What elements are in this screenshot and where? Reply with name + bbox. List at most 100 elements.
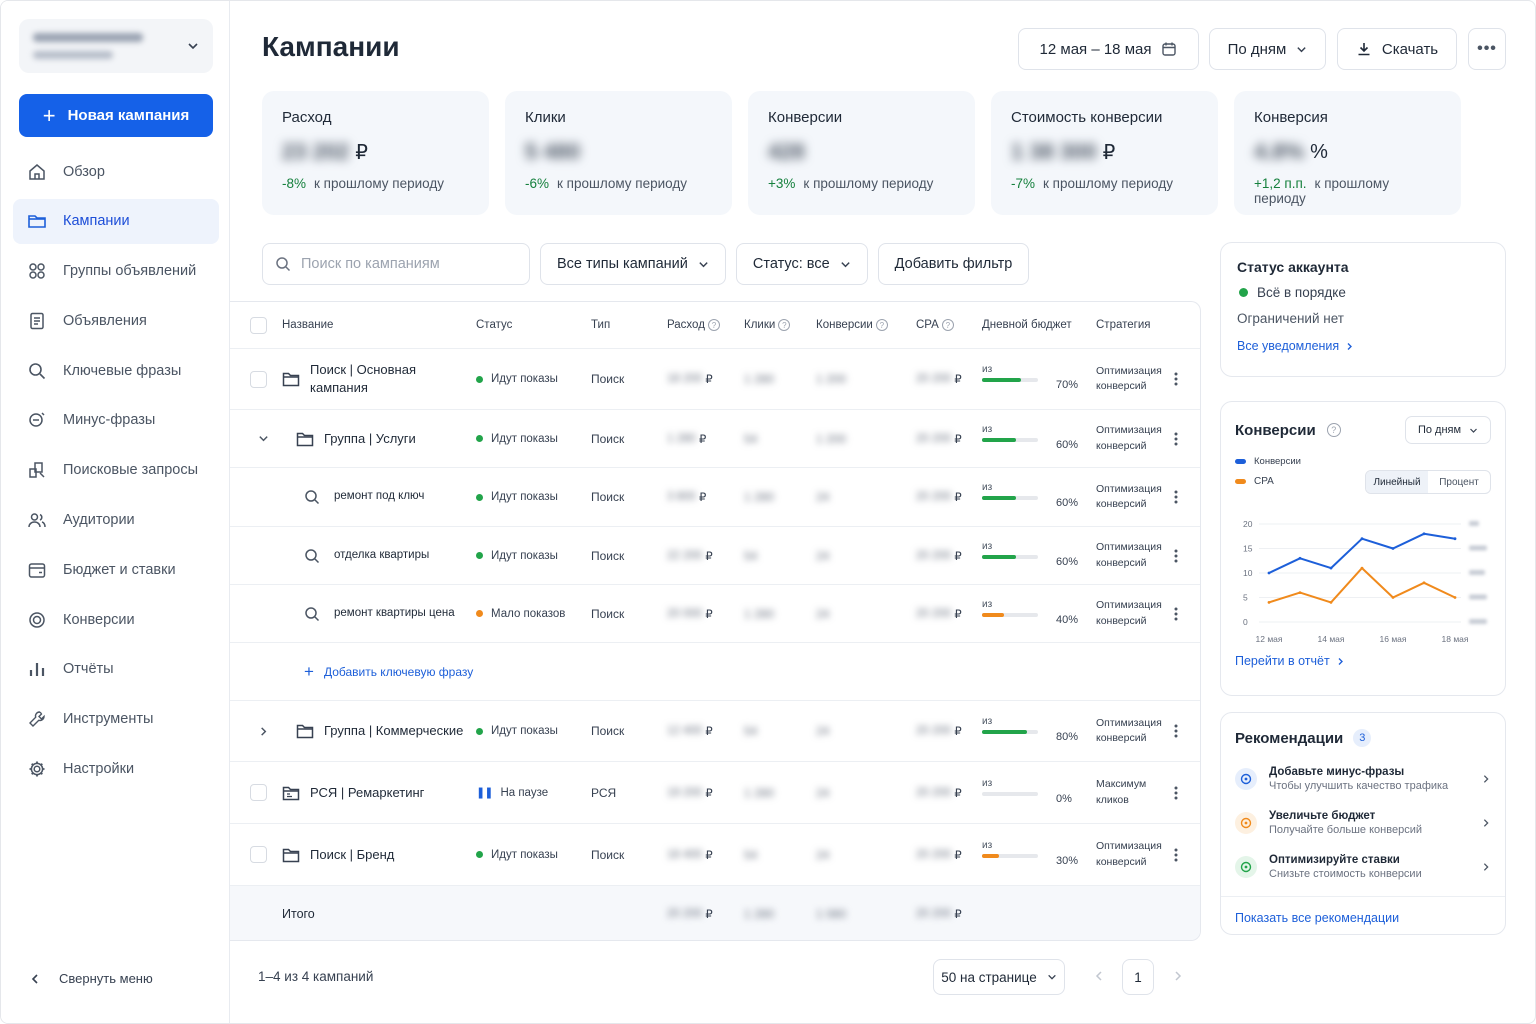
help-icon[interactable]: ? xyxy=(1326,423,1341,437)
table-row[interactable]: ремонт под ключ Идут показы Поиск 3 800 ₽1 … xyxy=(230,468,1200,527)
account-switcher[interactable] xyxy=(19,19,213,73)
campaign-search-input[interactable]: Поиск по кампаниям xyxy=(262,243,530,285)
per-page-select[interactable]: 50 на странице xyxy=(933,959,1065,995)
collapse-menu-button[interactable]: Свернуть меню xyxy=(29,971,153,986)
campaign-type-filter[interactable]: Все типы кампаний xyxy=(540,243,726,285)
period-select[interactable]: По дням xyxy=(1209,28,1326,70)
recommendation-item-1[interactable]: Увеличьте бюджет Получайте больше конверс… xyxy=(1235,801,1491,845)
row-menu-button[interactable] xyxy=(1174,762,1178,823)
new-campaign-button[interactable]: + Новая кампания xyxy=(19,94,213,137)
kpi-value-redacted: 428 xyxy=(768,139,805,164)
kpi-value-redacted: 23 202 xyxy=(282,139,350,164)
more-options-button[interactable]: ••• xyxy=(1468,28,1506,70)
row-menu-button[interactable] xyxy=(1174,410,1178,467)
plus-icon: + xyxy=(304,661,314,681)
table-row[interactable]: Группа | Коммерческие Идут показы Поиск 12 … xyxy=(230,701,1200,762)
row-menu-button[interactable] xyxy=(1174,585,1178,642)
row-menu-button[interactable] xyxy=(1174,701,1178,761)
kpi-unit: % xyxy=(1310,140,1328,163)
table-row[interactable]: отделка квартиры Идут показы Поиск 22 200 ₽… xyxy=(230,527,1200,585)
wallet-icon xyxy=(27,560,47,580)
date-range-picker[interactable]: 12 мая – 18 мая xyxy=(1018,28,1199,70)
column-header[interactable]: Название xyxy=(282,302,333,348)
row-type: РСЯ xyxy=(591,785,617,800)
row-checkbox[interactable] xyxy=(250,846,267,863)
row-name[interactable]: Поиск | Основная кампания xyxy=(310,349,450,409)
row-menu-button[interactable] xyxy=(1174,527,1178,584)
recommendation-item-0[interactable]: Добавьте минус-фразы Чтобы улучшить качес… xyxy=(1235,757,1491,801)
redacted-value: 20 200 xyxy=(916,607,952,620)
next-page-button[interactable] xyxy=(1172,969,1184,988)
sidebar-item-12[interactable]: Настройки xyxy=(13,747,219,792)
table-row[interactable]: Поиск | Бренд Идут показы Поиск 18 400 ₽ 54 2… xyxy=(230,824,1200,886)
sidebar-item-9[interactable]: Конверсии xyxy=(13,597,219,642)
row-cpa: 20 200 ₽ xyxy=(916,607,962,621)
sidebar-item-3[interactable]: Объявления xyxy=(13,298,219,343)
page-number-button[interactable]: 1 xyxy=(1122,959,1154,995)
column-header[interactable]: Клики? xyxy=(744,302,791,348)
recommendation-title: Добавьте минус-фразы xyxy=(1269,766,1405,778)
help-icon: ? xyxy=(875,319,888,331)
column-header[interactable]: CPA? xyxy=(916,302,954,348)
go-to-report-link[interactable]: Перейти в отчёт xyxy=(1235,654,1491,668)
status-filter[interactable]: Статус: все xyxy=(735,243,868,285)
all-notifications-link[interactable]: Все уведомления xyxy=(1237,339,1489,353)
redacted-value: 1 200 xyxy=(816,372,847,386)
column-header[interactable]: Стратегия xyxy=(1096,302,1151,348)
row-menu-button[interactable] xyxy=(1174,468,1178,526)
column-header[interactable]: Статус xyxy=(476,302,512,348)
table-row[interactable]: ремонт квартиры цена Мало показов Поиск 20 … xyxy=(230,585,1200,643)
main-content: Кампании 12 мая – 18 мая По дням Скачать… xyxy=(230,1,1535,1023)
series-point-0 xyxy=(1360,537,1364,541)
right-axis-redacted-label xyxy=(1469,619,1487,624)
row-name[interactable]: Поиск | Бренд xyxy=(310,824,490,885)
chevron-down-icon[interactable] xyxy=(258,410,269,467)
recommendation-item-2[interactable]: Оптимизируйте ставки Снизьте стоимость ко… xyxy=(1235,845,1491,889)
sidebar-item-2[interactable]: Группы объявлений xyxy=(13,249,219,294)
row-checkbox[interactable] xyxy=(250,370,267,388)
toggle-percent[interactable]: Процент xyxy=(1428,471,1490,493)
column-header[interactable]: Дневной бюджет xyxy=(982,302,1072,348)
row-clicks: 1 280 xyxy=(744,585,774,642)
budget-bar xyxy=(982,554,1038,559)
prev-page-button[interactable] xyxy=(1093,969,1105,988)
sidebar-item-10[interactable]: Отчёты xyxy=(13,647,219,692)
display-campaign-icon xyxy=(282,762,300,823)
show-all-recommendations-link[interactable]: Показать все рекомендации xyxy=(1235,909,1399,927)
select-all-checkbox[interactable] xyxy=(250,316,267,334)
row-name[interactable]: РСЯ | Ремаркетинг xyxy=(310,762,490,823)
sidebar-item-1[interactable]: Кампании xyxy=(13,198,219,244)
column-header[interactable]: Тип xyxy=(591,302,610,348)
sidebar-item-label: Инструменты xyxy=(63,711,154,728)
sidebar-item-8[interactable]: Бюджет и ставки xyxy=(13,547,219,592)
chart-period-select[interactable]: По дням xyxy=(1405,416,1491,444)
series-point-0 xyxy=(1267,571,1271,575)
sidebar-item-4[interactable]: Ключевые фразы xyxy=(13,348,219,393)
table-row[interactable]: Поиск | Основная кампания Идут показы Поис… xyxy=(230,349,1200,410)
row-menu-button[interactable] xyxy=(1174,824,1178,885)
kpi-title: Стоимость конверсии xyxy=(1011,109,1163,126)
series-point-0 xyxy=(1422,532,1426,536)
column-header[interactable]: Расход? xyxy=(667,302,720,348)
x-tick-label: 16 мая xyxy=(1380,634,1407,644)
add-keyword-button[interactable]: + Добавить ключевую фразу xyxy=(304,643,473,700)
row-checkbox[interactable] xyxy=(250,784,267,801)
sidebar-item-7[interactable]: Аудитории xyxy=(13,498,219,543)
download-button[interactable]: Скачать xyxy=(1337,28,1457,70)
sidebar-item-0[interactable]: Обзор xyxy=(13,149,219,194)
budget-percent: 60% xyxy=(1056,555,1079,568)
column-header[interactable]: Конверсии? xyxy=(816,302,888,348)
chevron-right-icon[interactable] xyxy=(258,701,269,761)
sidebar-item-5[interactable]: Минус-фразы xyxy=(13,398,219,443)
row-status-text: Идут показы xyxy=(491,549,558,562)
row-menu-button[interactable] xyxy=(1174,349,1178,409)
sidebar-item-11[interactable]: Инструменты xyxy=(13,697,219,742)
add-filter-button[interactable]: Добавить фильтр xyxy=(877,243,1030,285)
table-row[interactable]: Группа | Услуги Идут показы Поиск 1 280 ₽54… xyxy=(230,410,1200,468)
y-tick-label: 15 xyxy=(1243,544,1253,554)
sidebar-item-6[interactable]: Поисковые запросы xyxy=(13,448,219,493)
table-row[interactable]: РСЯ | Ремаркетинг ❚❚ На паузе РСЯ 19 200 ₽ 1 … xyxy=(230,762,1200,824)
kpi-unit: ₽ xyxy=(355,141,369,164)
toggle-linear[interactable]: Линейный xyxy=(1366,471,1428,493)
kpi-delta-value: -8% xyxy=(282,176,307,191)
